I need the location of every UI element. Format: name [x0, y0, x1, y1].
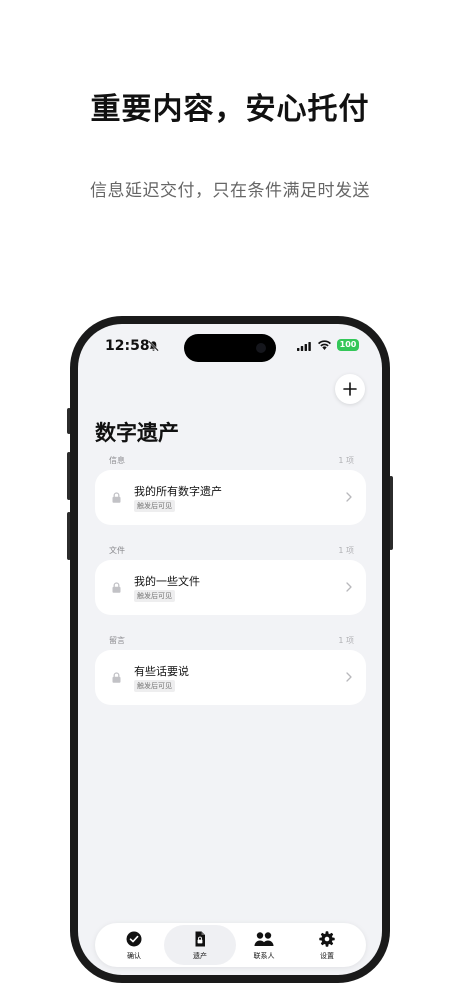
- chevron-right-icon: [346, 582, 352, 592]
- visibility-tag: 触发后可见: [134, 500, 175, 512]
- phone-screen: 12:58 100 数字遗产 信息 1 项 我的所有数字遗产 触发后可见 文件 …: [78, 324, 382, 975]
- tab-legacy[interactable]: 遗产: [164, 925, 236, 965]
- list-item-title: 我的一些文件: [134, 575, 200, 588]
- check-circle-icon: [126, 931, 142, 947]
- page-title: 数字遗产: [95, 421, 179, 445]
- tab-label: 确认: [127, 952, 141, 960]
- people-icon: [254, 932, 274, 946]
- visibility-tag: 触发后可见: [134, 680, 175, 692]
- section-label-messages: 信息: [109, 456, 125, 465]
- gear-icon: [319, 931, 335, 947]
- hero-title: 重要内容，安心托付: [90, 92, 370, 127]
- phone-frame: 12:58 100 数字遗产 信息 1 项 我的所有数字遗产 触发后可见 文件 …: [70, 316, 390, 983]
- tab-settings[interactable]: 设置: [291, 925, 363, 965]
- camera-icon: [256, 343, 266, 353]
- hero-subtitle: 信息延迟交付，只在条件满足时发送: [90, 181, 370, 201]
- section-label-files: 文件: [109, 546, 125, 555]
- tab-contacts[interactable]: 联系人: [228, 925, 300, 965]
- chevron-right-icon: [346, 672, 352, 682]
- section-count-notes: 1 项: [338, 636, 354, 645]
- list-item-messages[interactable]: 我的所有数字遗产 触发后可见: [95, 470, 366, 525]
- battery-indicator: 100: [337, 339, 359, 351]
- document-icon: [195, 931, 205, 947]
- visibility-tag: 触发后可见: [134, 590, 175, 602]
- section-count-messages: 1 项: [338, 456, 354, 465]
- lock-icon: [112, 672, 121, 683]
- cellular-signal-icon: [297, 342, 311, 351]
- tab-label: 遗产: [193, 952, 207, 960]
- lock-icon: [112, 492, 121, 503]
- chevron-right-icon: [346, 492, 352, 502]
- list-item-title: 我的所有数字遗产: [134, 485, 222, 498]
- plus-icon: [343, 382, 357, 396]
- list-item-title: 有些话要说: [134, 665, 189, 678]
- wifi-icon: [318, 340, 331, 350]
- lock-icon: [112, 582, 121, 593]
- list-item-notes[interactable]: 有些话要说 触发后可见: [95, 650, 366, 705]
- bell-muted-icon: [148, 340, 159, 352]
- tab-bar: 确认 遗产 联系人 设置: [95, 923, 366, 967]
- add-button[interactable]: [335, 374, 365, 404]
- tab-label: 联系人: [253, 952, 275, 960]
- tab-label: 设置: [320, 952, 334, 960]
- list-item-files[interactable]: 我的一些文件 触发后可见: [95, 560, 366, 615]
- section-count-files: 1 项: [338, 546, 354, 555]
- tab-confirm[interactable]: 确认: [98, 925, 170, 965]
- status-time: 12:58: [105, 338, 150, 354]
- dynamic-island: [184, 334, 276, 362]
- section-label-notes: 留言: [109, 636, 125, 645]
